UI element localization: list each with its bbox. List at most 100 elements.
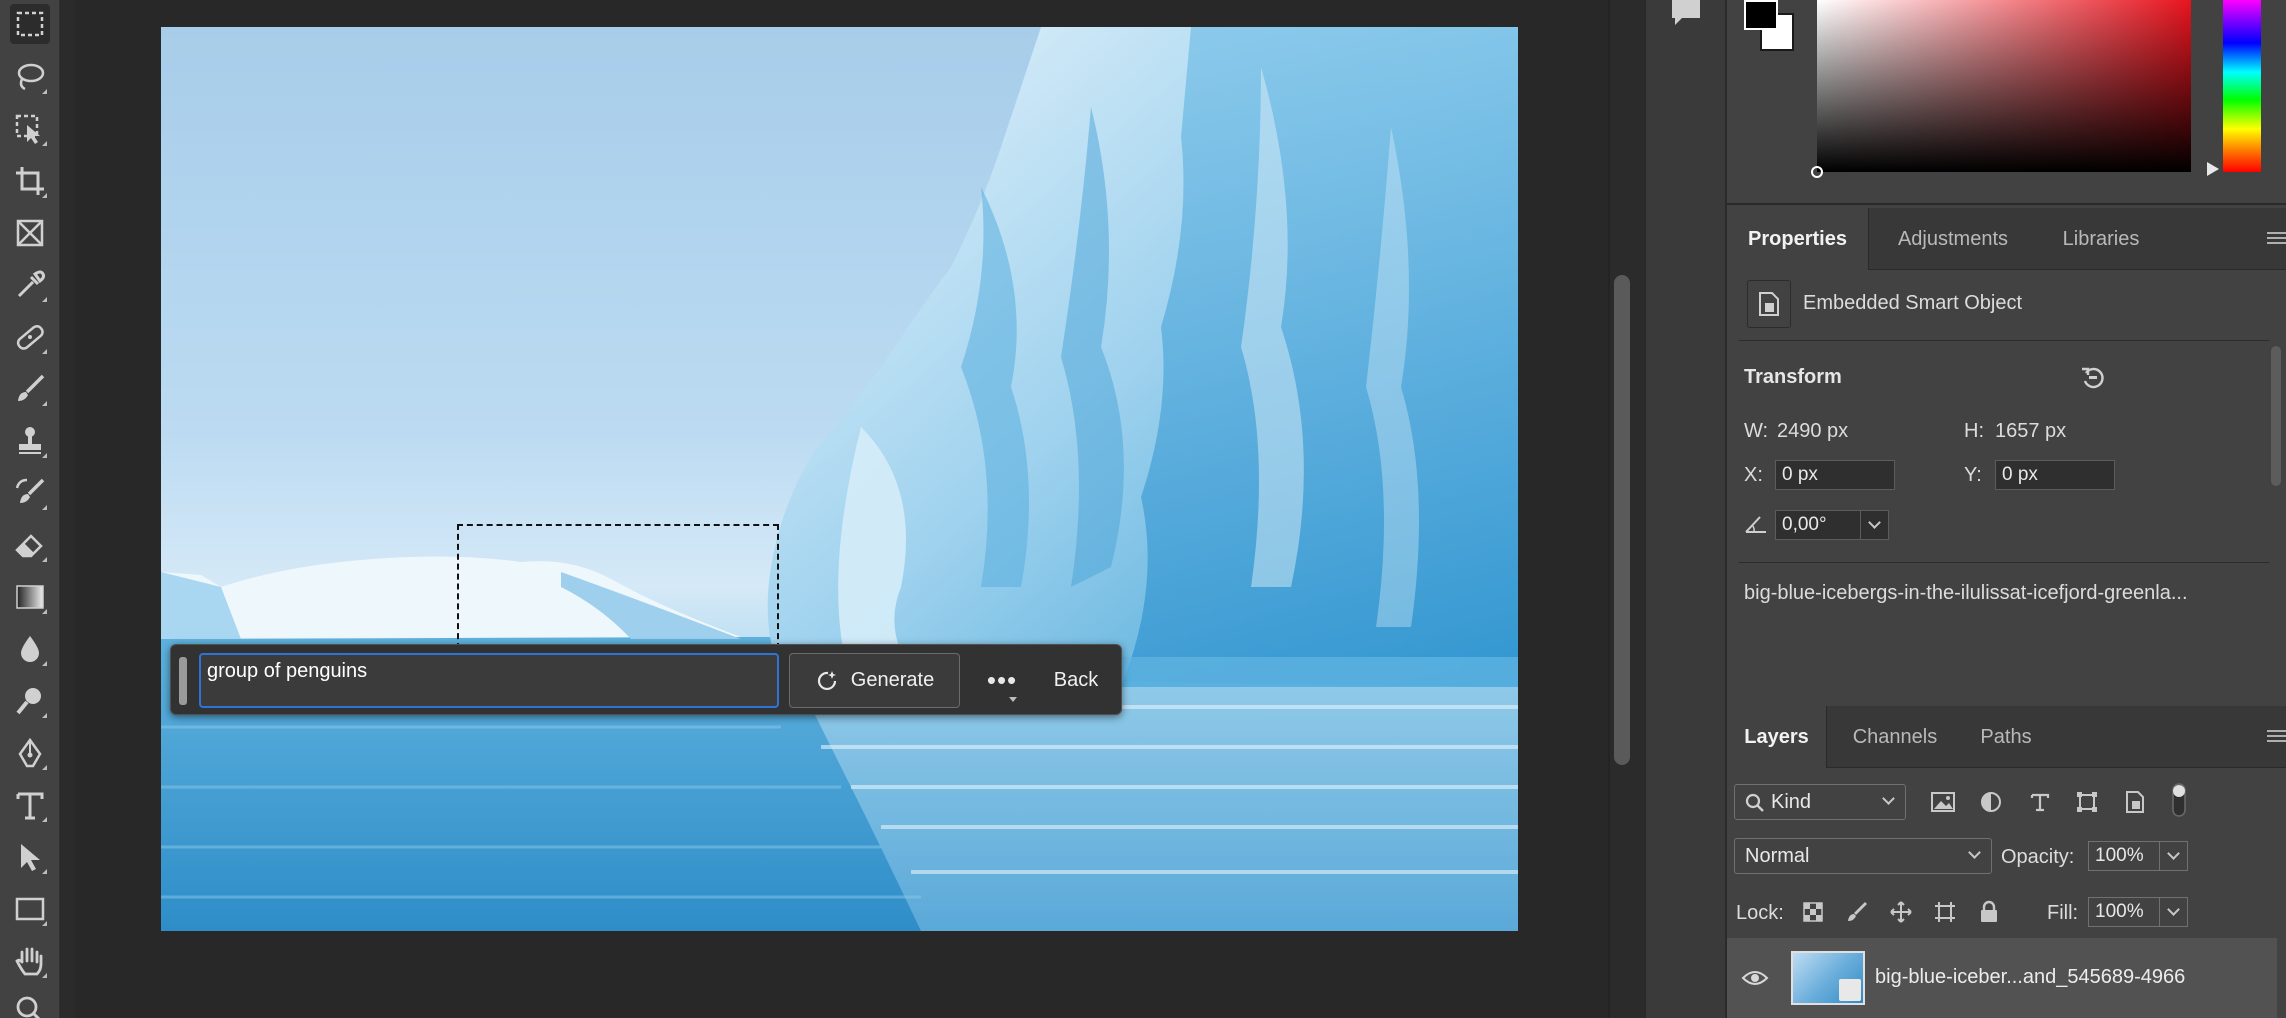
drag-handle[interactable] <box>179 657 187 705</box>
type-icon <box>2030 793 2050 812</box>
layer-filter-kind-select[interactable]: Kind <box>1734 784 1906 820</box>
more-options-button[interactable]: ••• <box>977 653 1027 708</box>
x-position-input[interactable]: 0 px <box>1775 460 1895 490</box>
object-selection-tool[interactable] <box>10 109 50 149</box>
marquee-icon <box>16 11 44 37</box>
right-panels: Properties Adjustments Libraries Embedde… <box>1726 0 2286 1018</box>
tab-layers[interactable]: Layers <box>1727 706 1827 768</box>
blend-mode-select[interactable]: Normal <box>1734 838 1992 874</box>
lock-transparent-pixels-button[interactable] <box>1797 896 1829 928</box>
clone-stamp-tool[interactable] <box>10 421 50 461</box>
spot-healing-brush-tool[interactable] <box>10 317 50 357</box>
tab-adjustments[interactable]: Adjustments <box>1869 208 2037 270</box>
height-label: H: <box>1964 420 1984 442</box>
dodge-tool[interactable] <box>10 681 50 721</box>
tab-channels[interactable]: Channels <box>1827 706 1963 768</box>
rotation-angle-dropdown[interactable] <box>1861 510 1889 540</box>
tab-properties[interactable]: Properties <box>1727 208 1869 270</box>
filter-type-layers-button[interactable] <box>2024 786 2056 818</box>
document-canvas[interactable] <box>161 27 1518 931</box>
back-button[interactable]: Back <box>1041 653 1111 708</box>
lasso-tool[interactable] <box>10 57 50 97</box>
brush-icon <box>1848 902 1867 921</box>
smart-object-badge-icon <box>1839 979 1861 1001</box>
y-position-input[interactable]: 0 px <box>1995 460 2115 490</box>
tools-panel <box>0 0 60 1018</box>
more-options-icon: ••• <box>986 665 1018 695</box>
tab-paths[interactable]: Paths <box>1963 706 2049 768</box>
iceberg-image <box>161 27 1518 931</box>
layers-panel: Kind Normal Opacity: 100% Lock: Fill: 10… <box>1727 768 2286 1018</box>
linked-filename: big-blue-icebergs-in-the-ilulissat-icefj… <box>1744 582 2188 604</box>
filter-pixel-layers-button[interactable] <box>1927 786 1959 818</box>
opacity-dropdown[interactable] <box>2160 841 2188 871</box>
selection-marquee[interactable] <box>457 524 779 649</box>
image-icon <box>1931 792 1955 812</box>
blur-tool[interactable] <box>10 629 50 669</box>
reset-transform-icon[interactable] <box>2079 364 2107 392</box>
adjustment-circle-icon <box>1981 792 2001 812</box>
rectangular-marquee-tool[interactable] <box>10 4 50 44</box>
height-value: 1657 px <box>1995 420 2067 442</box>
foreground-color-swatch[interactable] <box>1744 0 1778 30</box>
comment-icon[interactable] <box>1668 0 1704 30</box>
generate-button[interactable]: Generate <box>789 653 960 708</box>
crop-tool[interactable] <box>10 161 50 201</box>
lock-image-pixels-button[interactable] <box>1841 896 1873 928</box>
fill-input[interactable]: 100% <box>2088 897 2160 927</box>
search-icon <box>1745 793 1764 812</box>
lock-all-button[interactable] <box>1973 896 2005 928</box>
brush-tool[interactable] <box>10 369 50 409</box>
hue-slider[interactable] <box>2223 0 2261 172</box>
smart-object-icon <box>2126 791 2144 813</box>
eye-visibility-icon[interactable] <box>1741 968 1769 988</box>
checkerboard-icon <box>1803 902 1823 922</box>
move-arrows-icon <box>1890 901 1912 923</box>
panel-dock-column <box>1645 0 1725 1018</box>
fill-dropdown[interactable] <box>2160 897 2188 927</box>
color-picker-field[interactable] <box>1811 0 2191 178</box>
contextual-task-bar: group of penguins Generate ••• Back <box>170 644 1122 715</box>
properties-scrollbar[interactable] <box>2271 346 2281 486</box>
document-workspace: group of penguins Generate ••• Back <box>74 0 1608 1018</box>
history-brush-tool[interactable] <box>10 473 50 513</box>
x-label: X: <box>1744 464 1763 486</box>
eyedropper-tool[interactable] <box>10 265 50 305</box>
filter-toggle-switch[interactable] <box>2163 783 2195 817</box>
opacity-input[interactable]: 100% <box>2088 841 2160 871</box>
frame-icon <box>16 219 44 247</box>
transform-heading: Transform <box>1744 366 1842 388</box>
filter-shape-layers-button[interactable] <box>2071 786 2103 818</box>
filter-adjustment-layers-button[interactable] <box>1975 786 2007 818</box>
rotation-angle-input[interactable]: 0,00° <box>1775 510 1861 540</box>
eraser-tool[interactable] <box>10 525 50 565</box>
layers-panel-menu-icon[interactable] <box>2267 730 2286 744</box>
layer-name: big-blue-iceber...and_545689-4966 <box>1875 966 2186 988</box>
hand-tool[interactable] <box>10 941 50 981</box>
layer-row[interactable]: big-blue-iceber...and_545689-4966 <box>1727 938 2277 1018</box>
vertical-scrollbar[interactable] <box>1614 275 1630 765</box>
filter-smart-objects-button[interactable] <box>2119 786 2151 818</box>
frame-tool[interactable] <box>10 213 50 253</box>
lock-artboard-button[interactable] <box>1929 896 1961 928</box>
rectangle-tool[interactable] <box>10 889 50 929</box>
lock-position-button[interactable] <box>1885 896 1917 928</box>
width-label: W: <box>1744 420 1769 442</box>
type-tool[interactable] <box>10 785 50 825</box>
zoom-icon <box>16 996 41 1018</box>
object-type-label: Embedded Smart Object <box>1803 292 2022 314</box>
hue-slider-arrow[interactable] <box>2207 162 2219 176</box>
path-selection-tool[interactable] <box>10 837 50 877</box>
properties-tab-bar: Properties Adjustments Libraries <box>1727 208 2286 270</box>
color-picker-knob[interactable] <box>1811 166 1823 178</box>
gradient-tool[interactable] <box>10 577 50 617</box>
generative-fill-prompt-input[interactable]: group of penguins <box>199 653 779 708</box>
tab-libraries[interactable]: Libraries <box>2037 208 2165 270</box>
artboard-icon <box>1935 902 1955 922</box>
zoom-tool[interactable] <box>10 990 50 1018</box>
width-value: 2490 px <box>1777 420 1849 442</box>
more-dropdown-indicator <box>1009 697 1017 702</box>
layers-tab-bar: Layers Channels Paths <box>1727 706 2286 768</box>
properties-panel-menu-icon[interactable] <box>2267 232 2286 246</box>
pen-tool[interactable] <box>10 733 50 773</box>
